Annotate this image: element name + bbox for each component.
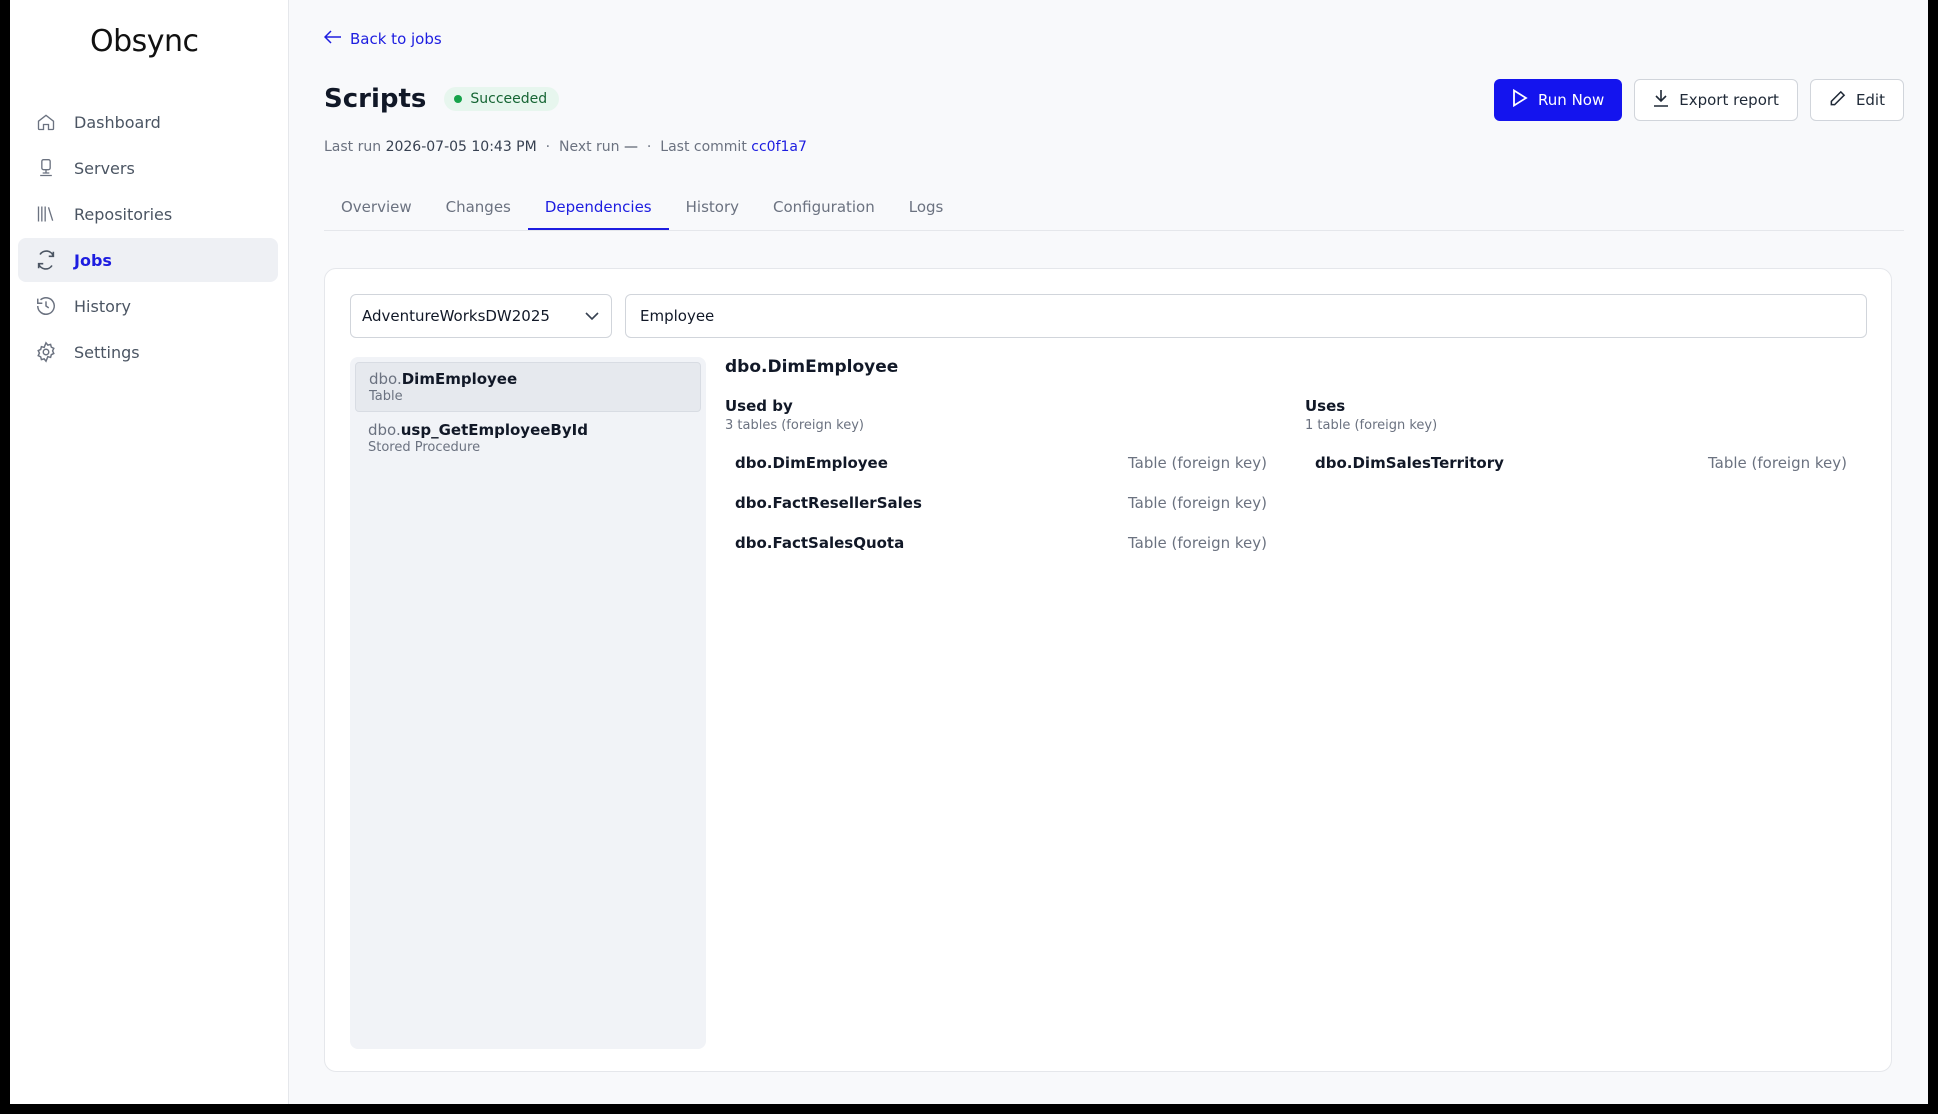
run-now-button[interactable]: Run Now: [1494, 79, 1623, 121]
sidebar-item-jobs[interactable]: Jobs: [18, 238, 278, 282]
app-window: Obsync Dashboard Servers Repositories Jo…: [10, 0, 1928, 1104]
header-actions: Run Now Export report Edit: [1494, 79, 1904, 121]
last-commit-link[interactable]: cc0f1a7: [751, 139, 807, 155]
uses-summary: 1 table (foreign key): [1305, 418, 1438, 433]
dependency-type: Table (foreign key): [1707, 454, 1847, 472]
play-icon: [1512, 88, 1528, 111]
sidebar-item-label: Repositories: [74, 204, 173, 224]
home-icon: [34, 110, 58, 134]
object-name-text: DimEmployee: [401, 370, 518, 388]
dependency-name: dbo.FactResellerSales: [735, 494, 922, 512]
dependency-type: Table (foreign key): [1127, 494, 1267, 512]
uses-list: dbo.DimSalesTerritory Table (foreign key…: [1305, 443, 1857, 483]
server-icon: [34, 156, 58, 180]
used-by-summary: 3 tables (foreign key): [725, 418, 864, 433]
last-run-value: 2026-07-05 10:43 PM: [385, 139, 537, 155]
used-by-section: Used by 3 tables (foreign key) dbo.DimEm…: [725, 397, 1277, 563]
main-content: Back to jobs Scripts Succeeded Last run …: [323, 0, 1904, 1104]
tab-history[interactable]: History: [669, 186, 756, 230]
object-type: Stored Procedure: [368, 440, 481, 455]
run-now-label: Run Now: [1538, 91, 1605, 109]
dependency-type: Table (foreign key): [1127, 534, 1267, 552]
tab-dependencies[interactable]: Dependencies: [527, 186, 669, 230]
history-icon: [34, 294, 58, 318]
sidebar-item-settings[interactable]: Settings: [18, 330, 278, 374]
detail-title: dbo.DimEmployee: [725, 357, 899, 377]
dependency-type: Table (foreign key): [1127, 454, 1267, 472]
sidebar-item-label: Jobs: [74, 250, 112, 270]
dependency-row[interactable]: dbo.DimEmployee Table (foreign key): [725, 443, 1277, 483]
refresh-icon: [34, 248, 58, 272]
gear-icon: [34, 340, 58, 364]
object-search-input[interactable]: [625, 294, 1867, 338]
status-label: Succeeded: [470, 91, 548, 107]
back-to-jobs-link[interactable]: Back to jobs: [323, 30, 442, 48]
sidebar-item-label: Servers: [74, 158, 135, 178]
meta-separator: ·: [646, 139, 652, 155]
chevron-down-icon: [585, 307, 599, 325]
object-name: dbo.usp_GetEmployeeById: [368, 421, 688, 439]
next-run-label: Next run: [558, 139, 620, 155]
sidebar-nav: Dashboard Servers Repositories Jobs Hist…: [18, 100, 278, 376]
page-title: Scripts: [324, 84, 427, 114]
object-list-item[interactable]: dbo.DimEmployee Table: [355, 362, 701, 412]
arrow-left-icon: [323, 30, 342, 48]
status-badge: Succeeded: [444, 87, 560, 111]
job-tabs: Overview Changes Dependencies History Co…: [324, 186, 1904, 231]
pencil-icon: [1829, 90, 1846, 111]
last-commit-label: Last commit: [660, 139, 747, 155]
used-by-list: dbo.DimEmployee Table (foreign key) dbo.…: [725, 443, 1277, 563]
export-report-button[interactable]: Export report: [1634, 79, 1798, 121]
export-report-label: Export report: [1679, 91, 1779, 109]
dependency-name: dbo.DimEmployee: [735, 454, 888, 472]
sidebar-item-dashboard[interactable]: Dashboard: [18, 100, 278, 144]
app-logo: Obsync: [90, 24, 199, 59]
tab-overview[interactable]: Overview: [324, 186, 429, 230]
edit-label: Edit: [1855, 91, 1885, 109]
object-list: dbo.DimEmployee Table dbo.usp_GetEmploye…: [350, 357, 706, 1049]
tab-changes[interactable]: Changes: [429, 186, 528, 230]
sidebar-item-label: Settings: [74, 342, 140, 362]
object-list-item[interactable]: dbo.usp_GetEmployeeById Stored Procedure: [355, 414, 701, 462]
database-select[interactable]: AdventureWorksDW2025: [350, 294, 612, 338]
library-icon: [34, 202, 58, 226]
database-select-value: AdventureWorksDW2025: [362, 307, 550, 325]
uses-heading: Uses: [1305, 397, 1346, 415]
object-name-text: usp_GetEmployeeById: [400, 421, 588, 439]
meta-separator: ·: [545, 139, 551, 155]
job-meta: Last run 2026-07-05 10:43 PM · Next run …: [324, 139, 807, 155]
tab-configuration[interactable]: Configuration: [756, 186, 892, 230]
sidebar-item-history[interactable]: History: [18, 284, 278, 328]
used-by-heading: Used by: [725, 397, 793, 415]
sidebar-item-label: History: [74, 296, 131, 316]
sidebar-item-label: Dashboard: [74, 112, 161, 132]
dependency-name: dbo.FactSalesQuota: [735, 534, 905, 552]
dependency-name: dbo.DimSalesTerritory: [1315, 454, 1504, 472]
sidebar-item-servers[interactable]: Servers: [18, 146, 278, 190]
sidebar: Obsync Dashboard Servers Repositories Jo…: [10, 0, 289, 1104]
last-run-label: Last run: [324, 139, 382, 155]
object-schema: dbo.: [368, 421, 401, 439]
dependency-row[interactable]: dbo.DimSalesTerritory Table (foreign key…: [1305, 443, 1857, 483]
object-type: Table: [369, 389, 403, 404]
back-link-label: Back to jobs: [350, 30, 442, 48]
edit-button[interactable]: Edit: [1809, 79, 1904, 121]
tab-logs[interactable]: Logs: [892, 186, 961, 230]
object-name: dbo.DimEmployee: [369, 370, 687, 388]
dependencies-panel: AdventureWorksDW2025 dbo.DimEmployee Tab…: [324, 268, 1892, 1072]
sidebar-item-repositories[interactable]: Repositories: [18, 192, 278, 236]
download-icon: [1653, 89, 1669, 111]
title-row: Scripts Succeeded: [324, 84, 560, 114]
uses-section: Uses 1 table (foreign key) dbo.DimSalesT…: [1305, 397, 1857, 483]
next-run-value: —: [624, 139, 639, 155]
object-schema: dbo.: [369, 370, 402, 388]
dependency-row[interactable]: dbo.FactSalesQuota Table (foreign key): [725, 523, 1277, 563]
dependency-row[interactable]: dbo.FactResellerSales Table (foreign key…: [725, 483, 1277, 523]
status-dot-icon: [454, 95, 463, 103]
dependency-detail: dbo.DimEmployee Used by 3 tables (foreig…: [725, 357, 1865, 552]
